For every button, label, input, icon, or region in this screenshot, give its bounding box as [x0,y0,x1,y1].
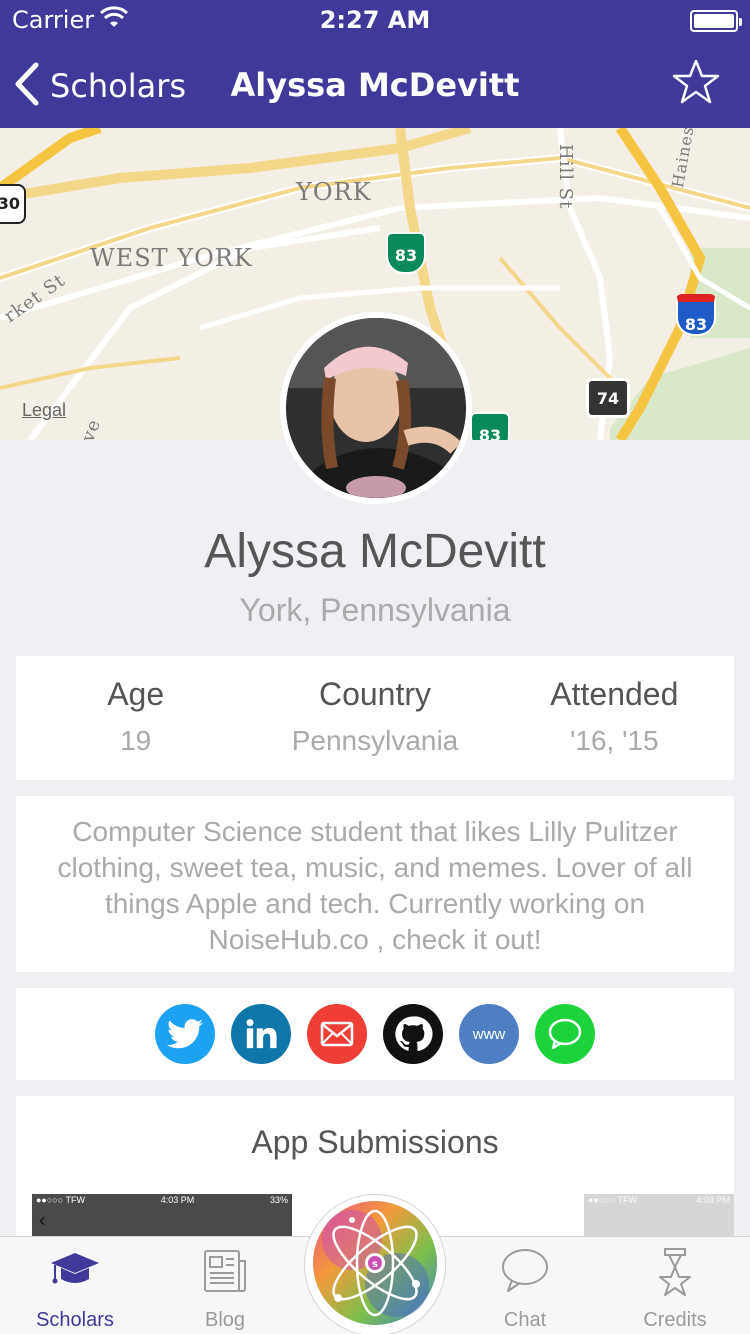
linkedin-button[interactable] [231,1004,291,1064]
tab-credits[interactable]: Credits [600,1237,750,1334]
stat-label: Age [107,676,165,712]
screenshot-battery: 33% [269,1195,288,1205]
map-label-west-york: WEST YORK [90,244,253,272]
screenshot-status-bar: ●●○○○ TFW 4:03 PM [584,1194,734,1208]
interstate-shield: 83 [470,412,510,440]
status-bar: Carrier 2:27 AM [0,0,750,40]
twitter-button[interactable] [155,1004,215,1064]
stat-value: 19 [120,725,152,756]
twitter-icon [167,1019,203,1049]
star-icon [672,59,720,110]
github-icon [395,1016,433,1052]
avatar [280,312,472,504]
screenshot-status-bar: ●●○○○ TFW 4:03 PM 33% [32,1194,292,1208]
stat-attended: Attended '16, '15 [495,656,734,780]
medal-icon [655,1247,695,1305]
section-heading: App Submissions [251,1124,499,1160]
website-icon: www [472,1025,506,1043]
github-button[interactable] [383,1004,443,1064]
map-label-york: YORK [296,178,372,206]
clock: 2:27 AM [319,6,431,34]
stat-age: Age 19 [16,656,255,780]
graduation-cap-icon [49,1247,101,1295]
center-home-button[interactable]: s [304,1194,446,1334]
back-button[interactable]: Scholars [14,62,186,110]
atom-logo-icon: s [312,1200,438,1330]
interstate-shield: 83 [386,232,426,274]
stats-card: Age 19 Country Pennsylvania Attended '16… [16,656,734,780]
stat-country: Country Pennsylvania [255,656,494,780]
newspaper-icon [201,1247,249,1299]
email-button[interactable] [307,1004,367,1064]
tab-label: Chat [503,1309,547,1331]
route-shield: 74 [586,378,630,418]
stat-value: '16, '15 [570,725,659,756]
profile-name: Alyssa McDevitt [204,525,546,578]
stat-value: Pennsylvania [291,725,459,756]
tab-scholars[interactable]: Scholars [0,1237,150,1334]
message-button[interactable] [535,1004,595,1064]
navigation-bar: Scholars Alyssa McDevitt [0,40,750,128]
battery-icon [690,10,742,32]
tab-label: Scholars [36,1309,114,1331]
stat-label: Country [318,676,432,712]
envelope-icon [320,1021,354,1047]
chevron-left-icon [14,62,40,110]
back-button-label: Scholars [50,67,187,105]
tab-label: Credits [643,1309,707,1331]
social-links: www [16,988,734,1080]
screenshot-carrier: ●●○○○ TFW [588,1195,638,1205]
map-label-hill-st: Hill St [555,144,576,210]
chevron-left-icon: ‹ [38,1208,46,1232]
profile-location: York, Pennsylvania [239,592,511,628]
screenshot-time: 4:03 PM [696,1195,730,1205]
tab-blog[interactable]: Blog [150,1237,300,1334]
interstate-shield: 83 [676,294,716,336]
chat-bubble-icon [548,1018,582,1050]
tab-label: Blog [204,1309,246,1331]
map-legal-link[interactable]: Legal [22,400,66,421]
favorite-button[interactable] [672,58,720,110]
screenshot-time: 4:03 PM [160,1195,195,1205]
chat-bubble-icon [500,1247,550,1299]
route-shield: 30 [0,184,26,224]
bio-text: Computer Science student that likes Lill… [16,796,734,972]
profile-photo [286,318,466,498]
website-button[interactable]: www [459,1004,519,1064]
stat-label: Attended [550,676,679,712]
linkedin-icon [246,1019,277,1049]
screenshot-carrier: ●●○○○ TFW [36,1195,86,1205]
tab-chat[interactable]: Chat [450,1237,600,1334]
svg-text:s: s [372,1259,378,1270]
